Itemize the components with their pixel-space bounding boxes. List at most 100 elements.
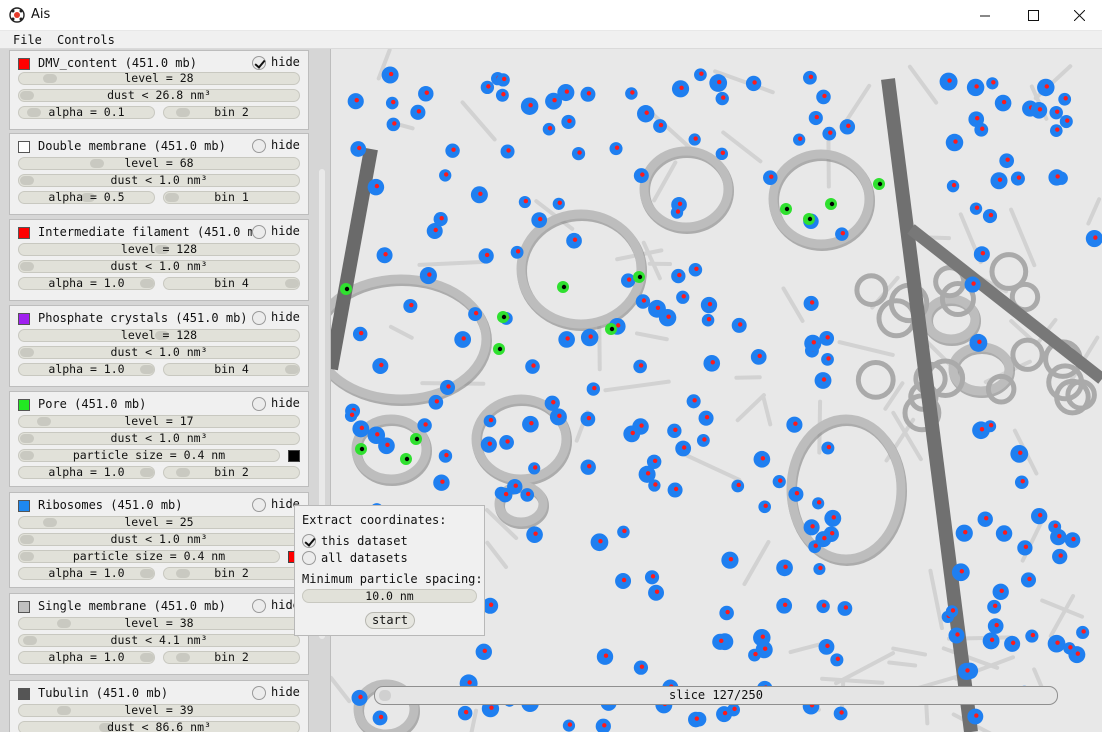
color-swatch[interactable] (18, 601, 30, 613)
hide-toggle[interactable]: hide (252, 138, 308, 154)
option-this-dataset-label[interactable]: this dataset (321, 534, 408, 548)
ribosome-center-mark (810, 524, 815, 529)
particle-size-slider[interactable]: particle size = 0.4 nm (18, 550, 280, 563)
color-swatch[interactable] (18, 227, 30, 239)
ribosome-center-mark (769, 174, 774, 179)
ribosome-center-mark (950, 608, 956, 613)
level-slider[interactable]: level = 17 (18, 415, 300, 428)
color-swatch[interactable] (18, 688, 30, 700)
dust-slider[interactable]: dust < 86.6 nm³ (18, 721, 300, 732)
alpha-slider[interactable]: alpha = 1.0 (18, 363, 155, 376)
particle-color-picker[interactable] (288, 450, 300, 462)
ribosome-center-mark (528, 103, 533, 108)
ribosome-center-mark (681, 294, 686, 299)
hide-toggle[interactable]: hide (252, 310, 308, 326)
maximize-button[interactable] (1010, 0, 1056, 31)
menu-controls[interactable]: Controls (57, 33, 115, 47)
menu-file[interactable]: File (13, 33, 42, 47)
level-slider[interactable]: level = 39 (18, 704, 300, 717)
ribosome-center-mark (444, 452, 449, 458)
dust-slider[interactable]: dust < 1.0 nm³ (18, 533, 300, 546)
hide-checkbox[interactable] (252, 56, 266, 70)
bin-slider[interactable]: bin 4 (163, 363, 300, 376)
alpha-slider[interactable]: alpha = 1.0 (18, 277, 155, 290)
bin-slider[interactable]: bin 2 (163, 567, 300, 580)
hide-checkbox[interactable] (252, 498, 266, 512)
bin-slider[interactable]: bin 2 (163, 106, 300, 119)
hide-checkbox[interactable] (252, 686, 266, 700)
spacing-field[interactable]: 10.0 nm (302, 589, 477, 603)
hide-checkbox[interactable] (252, 139, 266, 153)
hide-toggle[interactable]: hide (252, 224, 308, 240)
radio-all-datasets[interactable] (302, 551, 316, 565)
ribosome-center-mark (375, 432, 380, 437)
dataset-card-ribosomes: Ribosomes (451.0 mb) hide level = 25 dus… (9, 492, 309, 588)
level-slider[interactable]: level = 25 (18, 516, 300, 529)
particle-size-slider[interactable]: particle size = 0.4 nm (18, 449, 280, 462)
ribosome-center-mark (652, 458, 658, 463)
extract-coordinates-panel: Extract coordinates: this dataset all da… (294, 505, 485, 636)
ribosome-center-mark (1065, 118, 1070, 123)
color-swatch[interactable] (18, 500, 30, 512)
hide-label: hide (271, 224, 300, 238)
dataset-title: Single membrane (451.0 mb) (38, 599, 226, 613)
level-slider[interactable]: level = 28 (18, 72, 300, 85)
ribosome-center-mark (1063, 96, 1068, 101)
level-slider[interactable]: level = 38 (18, 617, 300, 630)
dust-slider[interactable]: dust < 1.0 nm³ (18, 346, 300, 359)
dust-slider[interactable]: dust < 1.0 nm³ (18, 174, 300, 187)
ribosome-center-mark (1068, 645, 1073, 650)
dust-slider[interactable]: dust < 4.1 nm³ (18, 634, 300, 647)
alpha-slider[interactable]: alpha = 0.5 (18, 191, 155, 204)
color-swatch[interactable] (18, 141, 30, 153)
alpha-slider[interactable]: alpha = 1.0 (18, 567, 155, 580)
hide-toggle[interactable]: hide (252, 396, 308, 412)
hide-checkbox[interactable] (252, 599, 266, 613)
ribosome-center-mark (965, 668, 970, 673)
ribosome-center-mark (951, 182, 957, 188)
level-slider[interactable]: level = 128 (18, 243, 300, 256)
level-slider[interactable]: level = 68 (18, 157, 300, 170)
bin-slider[interactable]: bin 1 (163, 191, 300, 204)
ribosome-center-mark (451, 147, 456, 152)
hide-label: hide (271, 396, 300, 410)
alpha-slider[interactable]: alpha = 1.0 (18, 466, 155, 479)
hide-toggle[interactable]: hide (252, 55, 308, 71)
ribosome-center-mark (653, 482, 658, 487)
ribosome-center-mark (835, 656, 841, 662)
dataset-title: Double membrane (451.0 mb) (38, 139, 226, 153)
ribosome-center-mark (831, 515, 836, 520)
ribosome-center-mark (572, 237, 578, 242)
slice-slider[interactable]: slice 127/250 (374, 686, 1058, 705)
dataset-title: Ribosomes (451.0 mb) (38, 498, 183, 512)
start-button[interactable]: start (365, 612, 415, 629)
filament-mark (781, 286, 805, 323)
bin-slider[interactable]: bin 4 (163, 277, 300, 290)
hide-checkbox[interactable] (252, 311, 266, 325)
ribosome-center-mark (501, 76, 507, 82)
alpha-slider[interactable]: alpha = 1.0 (18, 651, 155, 664)
close-button[interactable] (1056, 0, 1102, 31)
hide-checkbox[interactable] (252, 397, 266, 411)
hide-toggle[interactable]: hide (252, 685, 308, 701)
color-swatch[interactable] (18, 313, 30, 325)
color-swatch[interactable] (18, 399, 30, 411)
color-swatch[interactable] (18, 58, 30, 70)
dust-slider[interactable]: dust < 26.8 nm³ (18, 89, 300, 102)
option-all-datasets-label[interactable]: all datasets (321, 551, 408, 565)
minimize-button[interactable] (962, 0, 1008, 31)
bin-slider[interactable]: bin 2 (163, 466, 300, 479)
bin-slider[interactable]: bin 2 (163, 651, 300, 664)
dust-slider[interactable]: dust < 1.0 nm³ (18, 432, 300, 445)
alpha-slider[interactable]: alpha = 0.1 (18, 106, 155, 119)
level-slider[interactable]: level = 128 (18, 329, 300, 342)
dust-slider[interactable]: dust < 1.0 nm³ (18, 260, 300, 273)
pore-center-mark (784, 206, 790, 212)
hide-checkbox[interactable] (252, 225, 266, 239)
ribosome-center-mark (721, 95, 726, 100)
slice-slider-knob[interactable] (379, 690, 391, 701)
membrane-mark (768, 149, 874, 249)
ribosome-center-mark (977, 339, 982, 345)
ribosome-center-mark (424, 90, 429, 95)
radio-this-dataset[interactable] (302, 534, 316, 548)
